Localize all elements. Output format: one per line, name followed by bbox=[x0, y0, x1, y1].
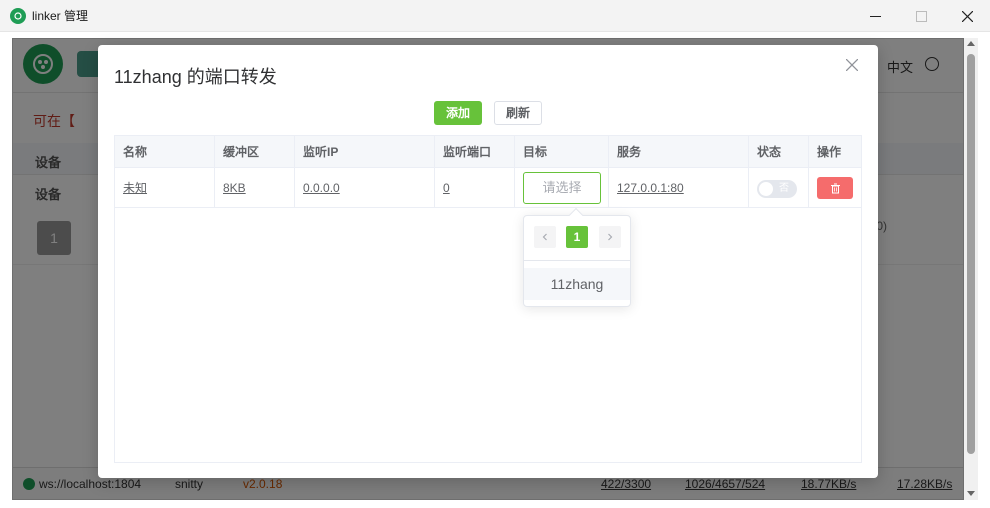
page-number[interactable]: 1 bbox=[566, 226, 588, 248]
status-toggle[interactable]: 否 bbox=[757, 180, 797, 198]
col-name: 名称 bbox=[115, 136, 215, 168]
port-forward-dialog: 11zhang 的端口转发 添加 刷新 名称 缓冲区 监听IP 监听端口 目标 … bbox=[98, 45, 878, 478]
toggle-knob bbox=[759, 182, 773, 196]
table-row: 未知 8KB 0.0.0.0 0 请选择 127.0.0.1:80 否 bbox=[115, 168, 861, 208]
dialog-title: 11zhang 的端口转发 bbox=[114, 67, 277, 87]
scroll-up-icon[interactable] bbox=[967, 41, 975, 46]
cell-listen-port: 0 bbox=[435, 168, 515, 208]
cell-target: 请选择 bbox=[515, 168, 609, 208]
dropdown-option[interactable]: 11zhang bbox=[524, 268, 630, 300]
chevron-left-icon bbox=[542, 233, 547, 241]
service-link[interactable]: 127.0.0.1:80 bbox=[617, 181, 684, 195]
close-window-button[interactable] bbox=[944, 0, 990, 32]
cell-status: 否 bbox=[749, 168, 809, 208]
window-titlebar: linker 管理 bbox=[0, 0, 990, 32]
trash-icon bbox=[830, 183, 840, 193]
col-buffer: 缓冲区 bbox=[215, 136, 295, 168]
name-link[interactable]: 未知 bbox=[123, 181, 147, 195]
target-select[interactable]: 请选择 bbox=[523, 172, 601, 204]
add-button[interactable]: 添加 bbox=[434, 101, 482, 125]
dialog-close-button[interactable] bbox=[845, 58, 862, 75]
app-logo-icon bbox=[10, 7, 26, 24]
minimize-icon bbox=[869, 15, 881, 17]
cell-listen-ip: 0.0.0.0 bbox=[295, 168, 435, 208]
maximize-button[interactable] bbox=[898, 0, 944, 32]
table-header: 名称 缓冲区 监听IP 监听端口 目标 服务 状态 操作 bbox=[115, 136, 861, 168]
dropdown-divider bbox=[524, 260, 630, 261]
col-listen-port: 监听端口 bbox=[435, 136, 515, 168]
delete-button[interactable] bbox=[817, 177, 853, 199]
toggle-text: 否 bbox=[779, 183, 789, 194]
cell-buffer: 8KB bbox=[215, 168, 295, 208]
col-actions: 操作 bbox=[817, 145, 842, 159]
listen-port-link[interactable]: 0 bbox=[443, 181, 450, 195]
cell-service: 127.0.0.1:80 bbox=[609, 168, 749, 208]
cell-actions bbox=[809, 168, 863, 208]
vertical-scrollbar[interactable] bbox=[964, 38, 978, 500]
col-service: 服务 bbox=[609, 136, 749, 168]
maximize-icon bbox=[915, 10, 927, 22]
cell-name: 未知 bbox=[115, 168, 215, 208]
close-icon bbox=[961, 10, 973, 22]
col-target: 目标 bbox=[515, 136, 609, 168]
minimize-button[interactable] bbox=[852, 0, 898, 32]
next-page-button[interactable] bbox=[599, 226, 621, 248]
buffer-link[interactable]: 8KB bbox=[223, 181, 246, 195]
chevron-right-icon bbox=[608, 233, 613, 241]
scroll-down-icon[interactable] bbox=[967, 491, 975, 496]
listen-ip-link[interactable]: 0.0.0.0 bbox=[303, 181, 340, 195]
col-listen-ip: 监听IP bbox=[295, 136, 435, 168]
forward-table: 名称 缓冲区 监听IP 监听端口 目标 服务 状态 操作 未知 8KB 0.0.… bbox=[114, 135, 862, 463]
scroll-thumb[interactable] bbox=[967, 54, 975, 454]
close-icon bbox=[845, 58, 859, 72]
col-status: 状态 bbox=[749, 136, 809, 168]
prev-page-button[interactable] bbox=[534, 226, 556, 248]
window-title: linker 管理 bbox=[32, 9, 89, 23]
refresh-button[interactable]: 刷新 bbox=[494, 101, 542, 125]
target-dropdown: 1 11zhang bbox=[523, 207, 631, 307]
